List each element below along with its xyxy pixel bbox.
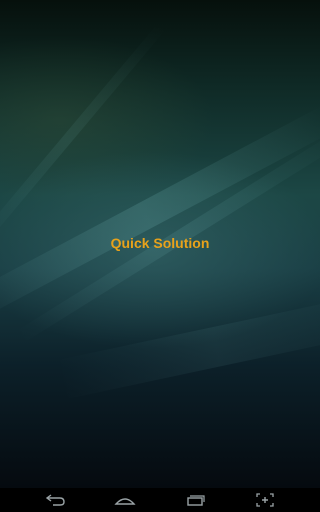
splash-screen: Quick Solution bbox=[0, 0, 320, 512]
recent-apps-icon bbox=[187, 495, 205, 506]
light-streak bbox=[0, 104, 320, 327]
home-icon bbox=[114, 498, 136, 505]
app-title: Quick Solution bbox=[110, 235, 210, 251]
back-icon bbox=[45, 494, 65, 506]
system-navigation-bar bbox=[0, 488, 320, 512]
home-button[interactable] bbox=[107, 489, 143, 511]
screenshot-icon bbox=[256, 493, 274, 507]
back-button[interactable] bbox=[37, 489, 73, 511]
light-streak bbox=[55, 293, 320, 400]
recent-apps-button[interactable] bbox=[177, 489, 213, 511]
screenshot-button[interactable] bbox=[247, 489, 283, 511]
